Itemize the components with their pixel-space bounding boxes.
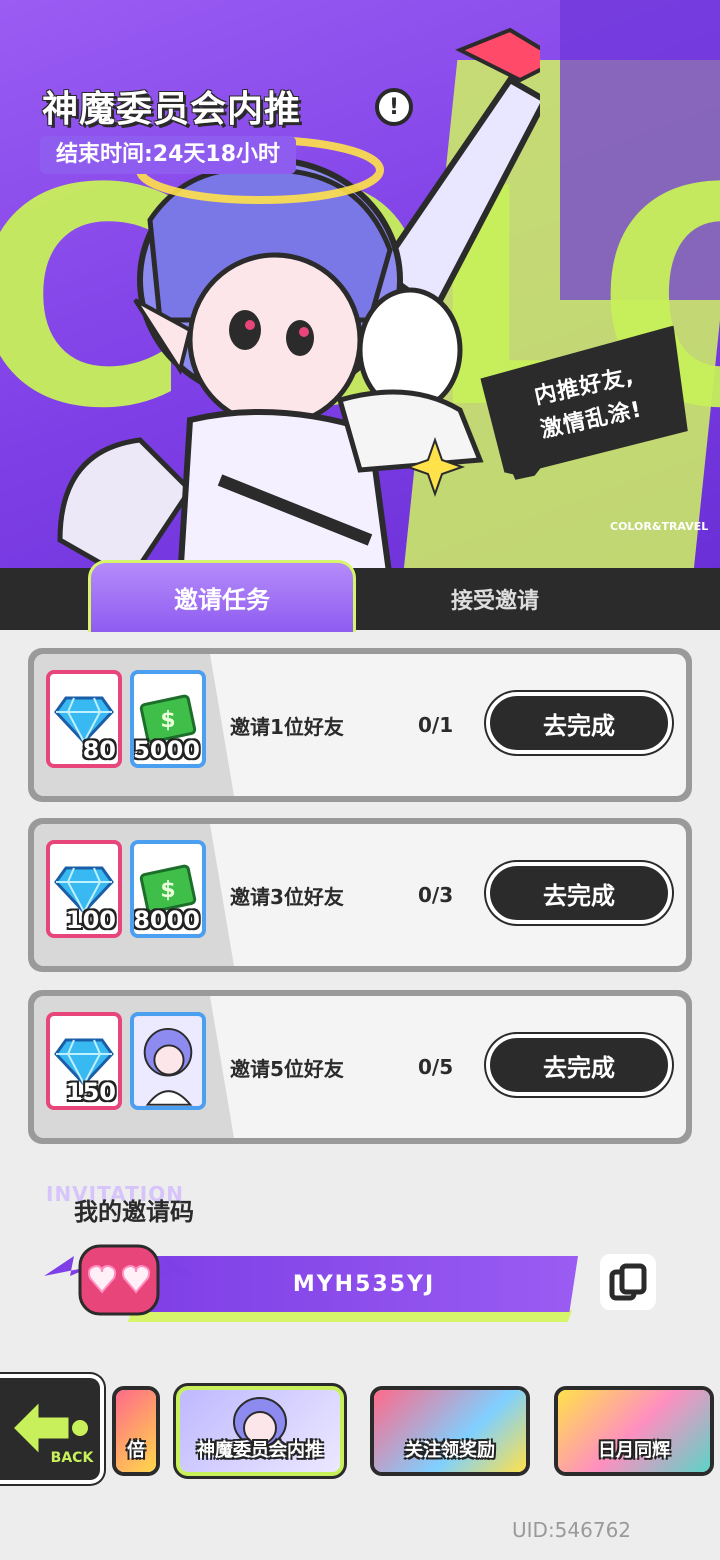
character-card-reward	[130, 1012, 206, 1110]
invitation-code-bar: MYH535YJ	[150, 1256, 578, 1312]
invitation-code: MYH535YJ	[292, 1271, 436, 1297]
nav-item-referral[interactable]: 神魔委员会内推	[176, 1386, 344, 1476]
copy-code-button[interactable]	[600, 1254, 656, 1310]
invitation-title: 我的邀请码	[74, 1198, 194, 1226]
task-progress: 0/3	[418, 883, 454, 907]
page-title: 神魔委员会内推	[42, 89, 302, 130]
reward-amount: 150	[65, 1078, 116, 1106]
svg-text:$: $	[160, 878, 175, 903]
hearts-icon	[44, 1244, 194, 1316]
task-label: 邀请3位好友	[230, 884, 344, 909]
nav-item-label: 日月同辉	[598, 1440, 670, 1461]
tab-invite-tasks[interactable]: 邀请任务	[88, 560, 356, 632]
reward-amount: 8000	[133, 906, 200, 934]
nav-item-label: 关注领奖励	[405, 1440, 495, 1461]
tab-accept-invite[interactable]: 接受邀请	[360, 568, 630, 630]
nav-item-follow-reward[interactable]: 关注领奖励	[370, 1386, 530, 1476]
task-card: 80 $ 5000 邀请1位好友 0/1 去完成	[28, 648, 692, 802]
nav-item-sun-moon[interactable]: 日月同辉	[554, 1386, 714, 1476]
copy-icon	[609, 1263, 647, 1301]
back-label: BACK	[51, 1450, 95, 1466]
event-banner: COLOR 内推好友, 激情乱涂! 神魔委员会内推 !	[0, 0, 720, 575]
svg-text:$: $	[160, 708, 175, 733]
cash-reward: $ 5000	[130, 670, 206, 768]
task-label: 邀请1位好友	[230, 714, 344, 739]
reward-amount: 100	[65, 906, 116, 934]
info-button[interactable]: !	[375, 88, 413, 126]
end-time-badge: 结束时间:24天18小时	[40, 136, 297, 174]
diamond-reward: 150	[46, 1012, 122, 1110]
task-progress: 0/1	[418, 713, 454, 737]
nav-item-label: 神魔委员会内推	[197, 1440, 323, 1461]
user-id: UID:546762	[512, 1518, 632, 1542]
task-label: 邀请5位好友	[230, 1056, 344, 1081]
reward-amount: 80	[82, 736, 116, 764]
task-card: 150 邀请5位好友 0/5 去完成	[28, 990, 692, 1144]
task-progress: 0/5	[418, 1055, 454, 1079]
back-button[interactable]: BACK	[0, 1374, 104, 1484]
go-complete-button[interactable]: 去完成	[486, 692, 672, 754]
info-icon: !	[388, 94, 400, 120]
diamond-reward: 100	[46, 840, 122, 938]
nav-item-double[interactable]: 倍	[112, 1386, 160, 1476]
nav-item-label: 倍	[127, 1440, 145, 1461]
brand-mark: COLOR&TRAVEL	[610, 520, 709, 533]
diamond-reward: 80	[46, 670, 122, 768]
go-complete-button[interactable]: 去完成	[486, 1034, 672, 1096]
go-complete-button[interactable]: 去完成	[486, 862, 672, 924]
reward-amount: 5000	[133, 736, 200, 764]
back-arrow-icon: BACK	[9, 1396, 95, 1466]
character-card-icon	[134, 1017, 202, 1106]
cash-reward: $ 8000	[130, 840, 206, 938]
task-card: 100 $ 8000 邀请3位好友 0/3 去完成	[28, 818, 692, 972]
